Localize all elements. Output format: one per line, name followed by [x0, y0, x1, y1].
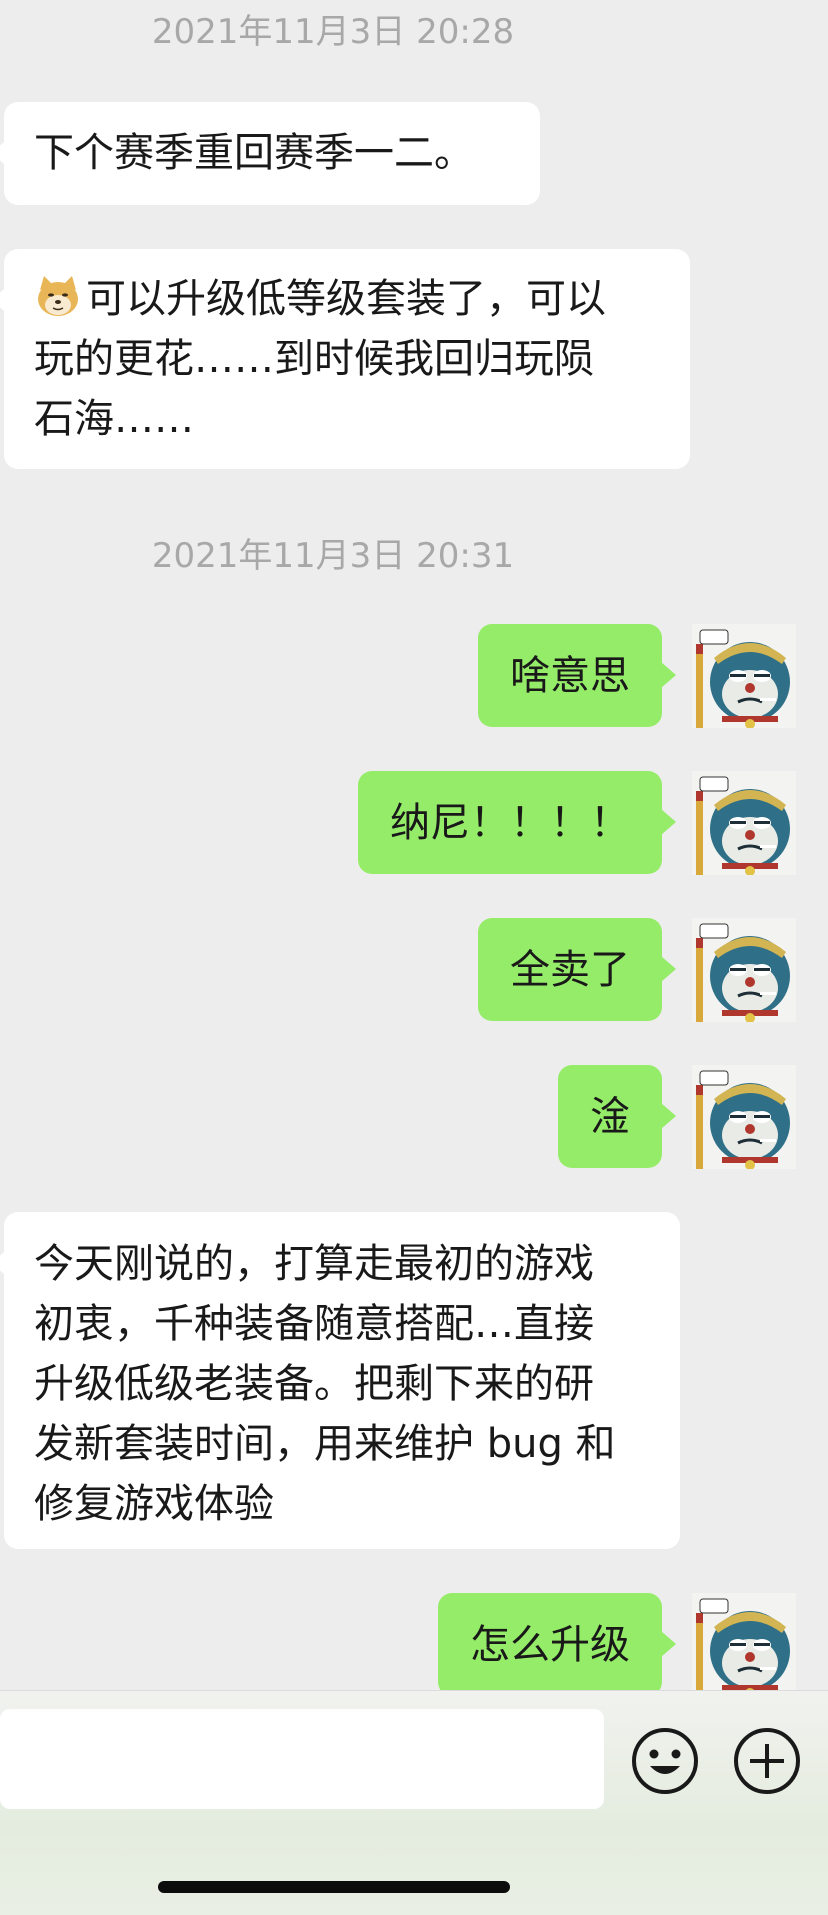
cartoon-avatar-icon	[692, 771, 796, 875]
avatar[interactable]	[692, 771, 796, 875]
message-line: 石海……	[34, 396, 194, 442]
outgoing-message[interactable]: 啥意思	[478, 624, 676, 727]
chat-history[interactable]: 2021年11月3日 20:28 下个赛季重回赛季一二。 可以升级低等级套装了，…	[0, 0, 828, 1690]
message-line: 可以升级低等级套装了，可以	[34, 269, 660, 329]
cartoon-avatar-icon	[692, 918, 796, 1022]
message-text: 下个赛季重回赛季一二。	[34, 130, 474, 176]
message-text: 怎么升级	[470, 1621, 630, 1668]
message-text: 纳尼！！！！	[390, 799, 630, 846]
message-text: 全卖了	[510, 946, 630, 993]
incoming-message[interactable]: 下个赛季重回赛季一二。	[0, 102, 540, 205]
message-line: 今天刚说的，打算走最初的游戏	[34, 1241, 594, 1287]
message-text: 啥意思	[510, 652, 630, 699]
timestamp: 2021年11月3日 20:28	[151, 12, 515, 52]
timestamp: 2021年11月3日 20:31	[151, 536, 515, 576]
doge-emoji-icon	[34, 272, 82, 320]
avatar[interactable]	[692, 1065, 796, 1169]
smiley-icon[interactable]	[630, 1726, 700, 1796]
outgoing-message[interactable]: 怎么升级	[438, 1593, 676, 1690]
incoming-message[interactable]: 可以升级低等级套装了，可以 玩的更花……到时候我回归玩陨 石海……	[0, 249, 690, 469]
outgoing-message[interactable]: 全卖了	[478, 918, 676, 1021]
outgoing-message[interactable]: 淦	[558, 1065, 676, 1168]
cartoon-avatar-icon	[692, 1593, 796, 1690]
outgoing-message[interactable]: 纳尼！！！！	[358, 771, 676, 874]
avatar[interactable]	[692, 1593, 796, 1690]
message-line: 升级低级老装备。把剩下来的研	[34, 1361, 594, 1407]
message-input[interactable]	[0, 1709, 604, 1809]
home-indicator[interactable]	[158, 1881, 510, 1893]
cartoon-avatar-icon	[692, 1065, 796, 1169]
message-text: 淦	[590, 1093, 630, 1140]
cartoon-avatar-icon	[692, 624, 796, 728]
message-line: 修复游戏体验	[34, 1481, 274, 1527]
avatar[interactable]	[692, 918, 796, 1022]
message-line: 初衷，千种装备随意搭配…直接	[34, 1301, 594, 1347]
avatar[interactable]	[692, 624, 796, 728]
plus-circle-icon[interactable]	[732, 1726, 802, 1796]
message-line: 发新套装时间，用来维护 bug 和	[34, 1421, 616, 1467]
incoming-message[interactable]: 今天刚说的，打算走最初的游戏 初衷，千种装备随意搭配…直接 升级低级老装备。把剩…	[0, 1212, 680, 1549]
message-line: 玩的更花……到时候我回归玩陨	[34, 336, 594, 382]
